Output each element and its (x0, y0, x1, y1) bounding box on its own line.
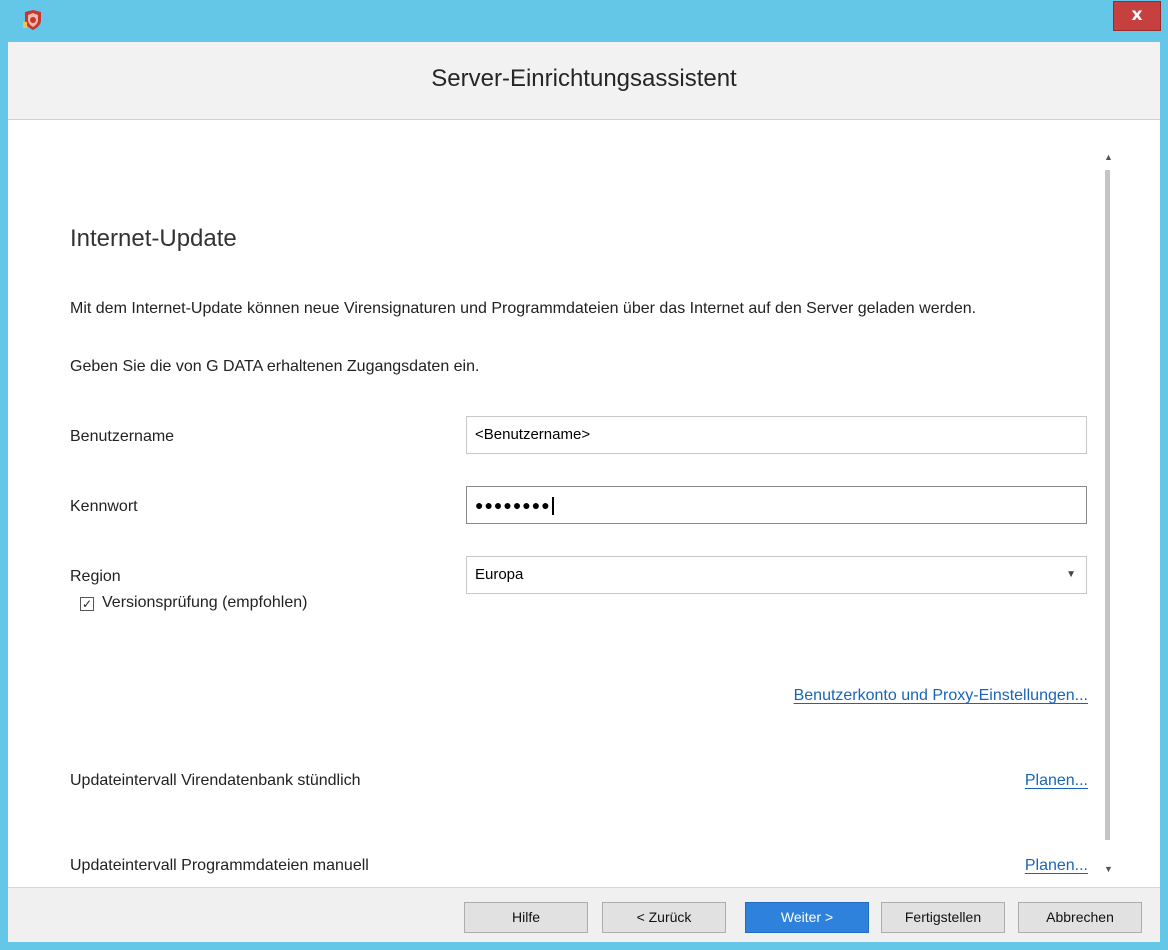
password-value: ●●●●●●●● (475, 497, 551, 513)
scroll-up-arrow-icon[interactable]: ▲ (1104, 152, 1113, 162)
virus-db-schedule-link[interactable]: Planen... (1025, 772, 1088, 790)
wizard-content: Internet-Update Mit dem Internet-Update … (8, 120, 1160, 887)
region-value: Europa (475, 566, 524, 583)
proxy-settings-link[interactable]: Benutzerkonto und Proxy-Einstellungen... (794, 687, 1088, 705)
version-check-label[interactable]: Versionsprüfung (empfohlen) (102, 594, 307, 612)
dropdown-arrow-icon: ▼ (1066, 569, 1076, 580)
cancel-button[interactable]: Abbrechen (1018, 902, 1142, 933)
wizard-window: x Server-Einrichtungsassistent Internet-… (0, 0, 1168, 950)
program-files-schedule-link[interactable]: Planen... (1025, 857, 1088, 875)
next-button[interactable]: Weiter > (745, 902, 869, 933)
section-title: Internet-Update (70, 225, 237, 252)
scroll-down-arrow-icon[interactable]: ▼ (1104, 864, 1113, 874)
text-caret (551, 497, 554, 516)
wizard-header: Server-Einrichtungsassistent (8, 42, 1160, 120)
title-bar[interactable]: x (0, 0, 1168, 42)
username-field[interactable]: <Benutzername> (466, 416, 1087, 454)
region-select[interactable]: Europa ▼ (466, 556, 1087, 594)
back-button[interactable]: < Zurück (602, 902, 726, 933)
scroll-thumb[interactable] (1105, 170, 1110, 840)
wizard-title: Server-Einrichtungsassistent (431, 65, 737, 92)
wizard-footer: Hilfe < Zurück Weiter > Fertigstellen Ab… (8, 887, 1160, 942)
help-button[interactable]: Hilfe (464, 902, 588, 933)
finish-button[interactable]: Fertigstellen (881, 902, 1005, 933)
version-check-checkbox[interactable]: ✓ (80, 597, 94, 611)
credentials-hint: Geben Sie die von G DATA erhaltenen Zuga… (70, 358, 480, 375)
password-field[interactable]: ●●●●●●●● (466, 486, 1087, 524)
region-label: Region (70, 568, 121, 585)
gdata-shield-icon (23, 10, 41, 30)
wizard-client-area: Server-Einrichtungsassistent Internet-Up… (8, 42, 1160, 942)
vertical-scrollbar[interactable]: ▲ ▼ (1100, 152, 1118, 874)
intro-text: Mit dem Internet-Update können neue Vire… (70, 300, 977, 317)
program-files-interval-label: Updateintervall Programmdateien manuell (70, 857, 369, 874)
password-label: Kennwort (70, 498, 138, 515)
virus-db-interval-label: Updateintervall Virendatenbank stündlich (70, 772, 361, 789)
username-label: Benutzername (70, 428, 175, 445)
close-button[interactable]: x (1113, 1, 1161, 31)
